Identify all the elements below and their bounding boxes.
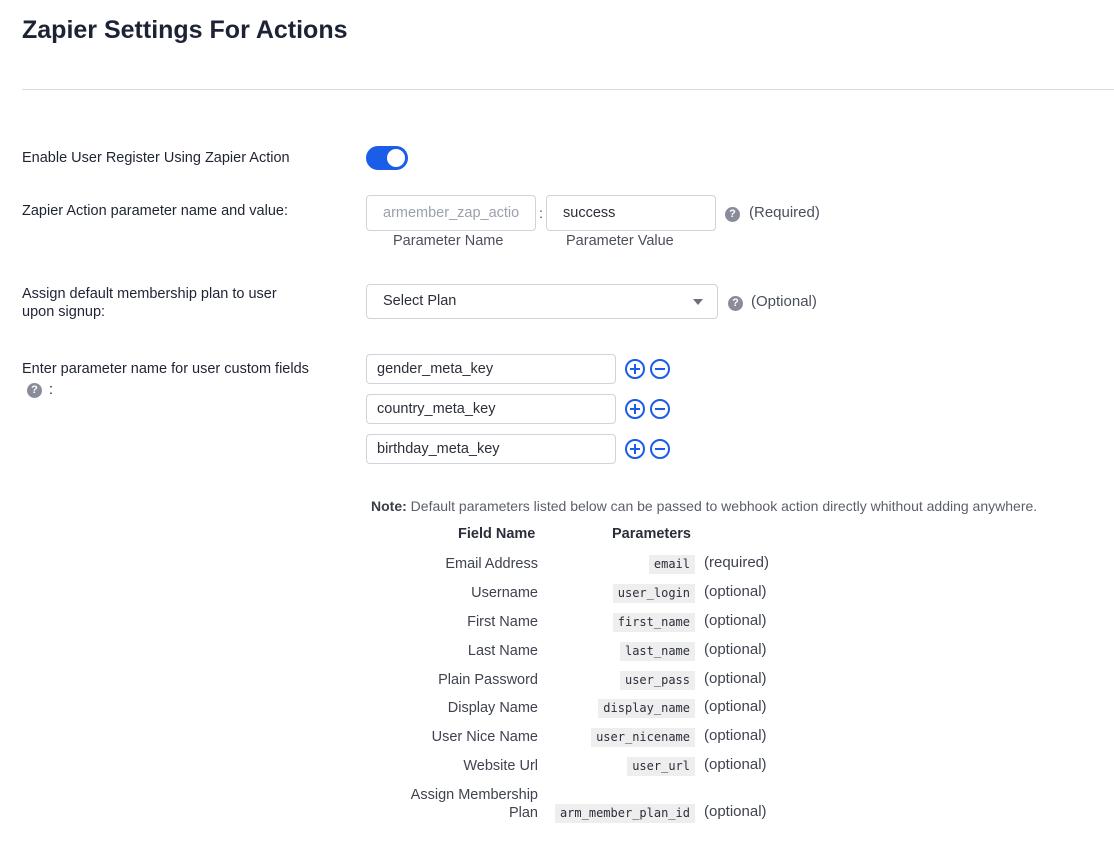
chevron-down-icon bbox=[693, 299, 703, 305]
help-icon[interactable]: ? bbox=[728, 296, 743, 311]
field-name-cell: Assign Membership bbox=[410, 787, 538, 803]
param-requirement: (required) bbox=[704, 554, 770, 571]
param-requirement: (optional) bbox=[704, 727, 767, 744]
field-name-cell: Plan bbox=[508, 805, 538, 821]
field-name-cell: First Name bbox=[467, 614, 538, 630]
parameter-value-input[interactable] bbox=[546, 195, 716, 231]
param-row-label: Zapier Action parameter name and value: bbox=[22, 203, 288, 219]
param-code: user_url bbox=[627, 757, 695, 776]
field-name-cell: Plain Password bbox=[438, 672, 538, 688]
param-code: user_nicename bbox=[591, 728, 695, 747]
plan-select[interactable]: Select Plan bbox=[366, 284, 718, 319]
note-text: Default parameters listed below can be p… bbox=[410, 498, 1038, 514]
field-name-cell: Email Address bbox=[445, 556, 538, 572]
field-name-cell: Last Name bbox=[467, 643, 538, 659]
parameter-name-input[interactable] bbox=[366, 195, 536, 231]
param-requirement: (optional) bbox=[704, 756, 767, 773]
note-prefix: Note: bbox=[371, 498, 407, 514]
required-hint: (Required) bbox=[749, 204, 820, 221]
custom-fields-label-suffix: : bbox=[49, 382, 54, 398]
parameters-header: Parameters bbox=[612, 526, 691, 542]
remove-field-button[interactable] bbox=[650, 439, 670, 459]
enable-register-toggle[interactable] bbox=[366, 146, 408, 170]
parameter-value-caption: Parameter Value bbox=[566, 233, 674, 249]
add-field-button[interactable] bbox=[625, 439, 645, 459]
field-name-header: Field Name bbox=[458, 526, 536, 542]
help-icon[interactable]: ? bbox=[27, 383, 42, 398]
param-requirement: (optional) bbox=[704, 670, 767, 687]
param-code: user_pass bbox=[619, 671, 695, 690]
optional-hint: (Optional) bbox=[751, 293, 817, 310]
add-field-button[interactable] bbox=[625, 359, 645, 379]
field-name-cell: Display Name bbox=[447, 700, 538, 716]
param-requirement: (optional) bbox=[704, 583, 767, 600]
param-code: first_name bbox=[612, 613, 695, 632]
param-requirement: (optional) bbox=[704, 641, 767, 658]
add-field-button[interactable] bbox=[625, 399, 645, 419]
default-params-note: Note: Default parameters listed below ca… bbox=[371, 498, 1037, 514]
param-code: user_login bbox=[612, 584, 695, 603]
param-code: last_name bbox=[619, 642, 695, 661]
enable-register-label: Enable User Register Using Zapier Action bbox=[22, 150, 290, 166]
param-requirement: (optional) bbox=[704, 803, 767, 820]
parameter-name-caption: Parameter Name bbox=[393, 233, 504, 249]
field-name-cell: User Nice Name bbox=[431, 729, 538, 745]
field-name-cell: Website Url bbox=[463, 758, 538, 774]
param-requirement: (optional) bbox=[704, 612, 767, 629]
param-code: email bbox=[648, 555, 695, 574]
custom-fields-label: Enter parameter name for user custom fie… bbox=[22, 361, 309, 377]
plan-select-value: Select Plan bbox=[383, 293, 457, 309]
param-separator: : bbox=[539, 205, 543, 221]
param-code: display_name bbox=[598, 699, 695, 718]
page-title: Zapier Settings For Actions bbox=[22, 16, 348, 44]
remove-field-button[interactable] bbox=[650, 359, 670, 379]
zapier-settings-page: Zapier Settings For Actions Enable User … bbox=[0, 0, 1114, 859]
param-requirement: (optional) bbox=[704, 698, 767, 715]
plan-label-line1: Assign default membership plan to user bbox=[22, 286, 277, 302]
param-code: arm_member_plan_id bbox=[554, 804, 695, 823]
field-name-cell: Username bbox=[471, 585, 538, 601]
plan-label-line2: upon signup: bbox=[22, 304, 106, 320]
custom-field-input[interactable] bbox=[366, 354, 616, 384]
toggle-knob bbox=[387, 149, 405, 167]
custom-field-input[interactable] bbox=[366, 394, 616, 424]
custom-field-input[interactable] bbox=[366, 434, 616, 464]
section-divider bbox=[22, 89, 1114, 90]
help-icon[interactable]: ? bbox=[725, 207, 740, 222]
remove-field-button[interactable] bbox=[650, 399, 670, 419]
